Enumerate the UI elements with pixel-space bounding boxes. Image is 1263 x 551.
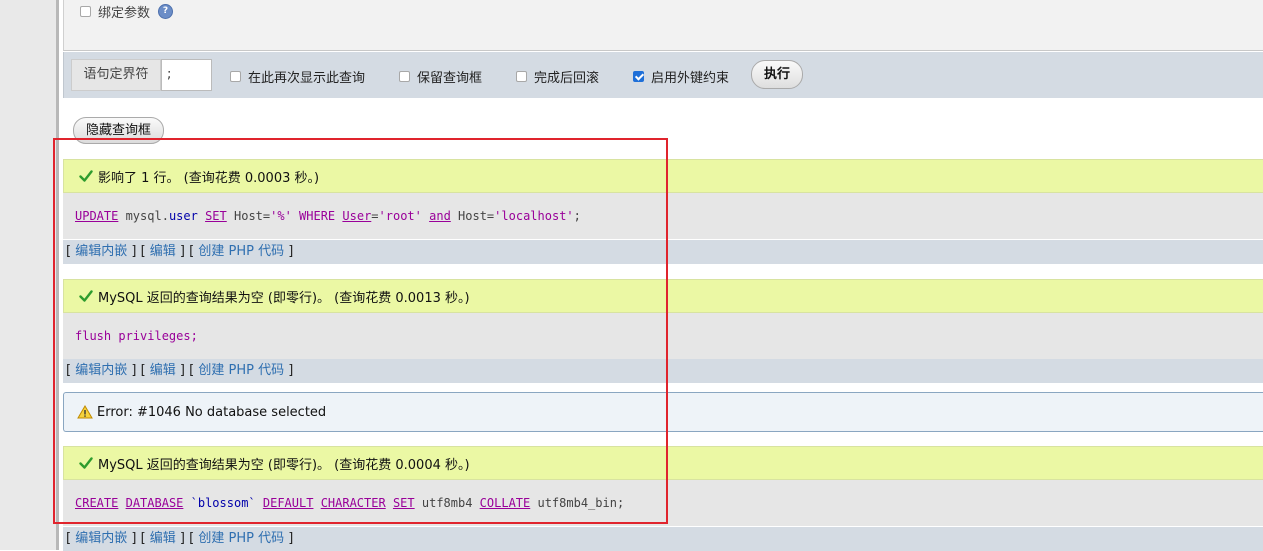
query-execute-bar: 语句定界符 ; 在此再次显示此查询 保留查询框 完成后回滚 启用外键约束 执行 bbox=[63, 52, 1263, 98]
show-again-option: 在此再次显示此查询 bbox=[230, 67, 365, 86]
error-message: Error: #1046 No database selected bbox=[63, 392, 1263, 432]
query-actions-bar: [ 编辑内嵌 ] [ 编辑 ] [ 创建 PHP 代码 ] bbox=[63, 240, 1263, 264]
panel-resize-handle[interactable] bbox=[56, 0, 59, 550]
sql-text: Host= bbox=[226, 209, 271, 223]
sql-query-display: flush privileges; bbox=[63, 313, 1263, 359]
check-icon bbox=[79, 290, 93, 302]
bind-params-checkbox[interactable] bbox=[80, 6, 91, 17]
edit-link[interactable]: 编辑 bbox=[150, 363, 176, 378]
sql-keyword[interactable]: SET bbox=[393, 496, 415, 510]
edit-inline-link[interactable]: 编辑内嵌 bbox=[75, 244, 127, 259]
error-message-text: Error: #1046 No database selected bbox=[97, 404, 327, 420]
check-icon bbox=[79, 170, 93, 182]
bracket: [ bbox=[66, 363, 76, 378]
query-options-panel: 绑定参数 ? bbox=[63, 0, 1263, 51]
success-message: 影响了 1 行。 (查询花费 0.0003 秒。) bbox=[63, 159, 1263, 193]
sql-text: WHERE bbox=[291, 209, 343, 223]
success-message: MySQL 返回的查询结果为空 (即零行)。 (查询花费 0.0004 秒。) bbox=[63, 446, 1263, 480]
sql-text: utf8mb4 bbox=[414, 496, 480, 510]
execute-button[interactable]: 执行 bbox=[751, 60, 803, 89]
foreign-key-checkbox[interactable] bbox=[633, 71, 644, 82]
sql-keyword[interactable]: SET bbox=[205, 209, 227, 223]
create-php-link[interactable]: 创建 PHP 代码 bbox=[198, 531, 284, 546]
rollback-label: 完成后回滚 bbox=[534, 71, 600, 86]
sql-text: = bbox=[371, 209, 379, 223]
sql-text: ; bbox=[573, 209, 581, 223]
bracket: ] [ bbox=[127, 244, 150, 259]
foreign-key-label: 启用外键约束 bbox=[651, 71, 730, 86]
hide-query-box-button[interactable]: 隐藏查询框 bbox=[73, 117, 164, 144]
keep-box-checkbox[interactable] bbox=[399, 71, 410, 82]
edit-link[interactable]: 编辑 bbox=[150, 244, 176, 259]
sql-keyword[interactable]: CHARACTER bbox=[321, 496, 386, 510]
query-actions-bar: [ 编辑内嵌 ] [ 编辑 ] [ 创建 PHP 代码 ] bbox=[63, 359, 1263, 383]
edit-link[interactable]: 编辑 bbox=[150, 531, 176, 546]
sql-text: flush privileges; bbox=[75, 329, 198, 343]
edit-inline-link[interactable]: 编辑内嵌 bbox=[75, 363, 127, 378]
sql-text: mysql. bbox=[118, 209, 169, 223]
success-message: MySQL 返回的查询结果为空 (即零行)。 (查询花费 0.0013 秒。) bbox=[63, 279, 1263, 313]
show-again-checkbox[interactable] bbox=[230, 71, 241, 82]
bracket: ] bbox=[284, 363, 294, 378]
left-navigation-gutter bbox=[0, 0, 56, 550]
bracket: ] bbox=[284, 244, 294, 259]
bracket: ] [ bbox=[175, 531, 199, 546]
sql-keyword[interactable]: and bbox=[429, 209, 451, 223]
success-message-text: MySQL 返回的查询结果为空 (即零行)。 (查询花费 0.0013 秒。) bbox=[98, 290, 470, 306]
sql-keyword[interactable]: COLLATE bbox=[480, 496, 531, 510]
help-icon[interactable]: ? bbox=[158, 4, 174, 19]
success-message-text: 影响了 1 行。 (查询花费 0.0003 秒。) bbox=[98, 170, 320, 186]
bind-params-option: 绑定参数 ? bbox=[80, 2, 174, 21]
bracket: [ bbox=[66, 531, 76, 546]
warning-icon bbox=[77, 405, 93, 419]
bracket: [ bbox=[66, 244, 76, 259]
sql-keyword[interactable]: DATABASE bbox=[126, 496, 184, 510]
query-actions-bar: [ 编辑内嵌 ] [ 编辑 ] [ 创建 PHP 代码 ] bbox=[63, 527, 1263, 551]
delimiter-label: 语句定界符 bbox=[71, 59, 161, 91]
create-php-link[interactable]: 创建 PHP 代码 bbox=[198, 244, 284, 259]
bracket: ] bbox=[284, 531, 294, 546]
sql-identifier: `blossom` bbox=[183, 496, 263, 510]
keep-box-option: 保留查询框 bbox=[399, 67, 482, 86]
foreign-key-option: 启用外键约束 bbox=[633, 67, 729, 86]
sql-string: '%' bbox=[270, 209, 292, 223]
bracket: ] [ bbox=[175, 244, 199, 259]
sql-string: 'root' bbox=[378, 209, 422, 223]
rollback-checkbox[interactable] bbox=[516, 71, 527, 82]
sql-text: Host= bbox=[450, 209, 495, 223]
bracket: ] [ bbox=[127, 363, 150, 378]
bracket: ] [ bbox=[175, 363, 199, 378]
edit-inline-link[interactable]: 编辑内嵌 bbox=[75, 531, 127, 546]
sql-query-display: CREATE DATABASE `blossom` DEFAULT CHARAC… bbox=[63, 480, 1263, 526]
create-php-link[interactable]: 创建 PHP 代码 bbox=[198, 363, 284, 378]
sql-keyword[interactable]: DEFAULT bbox=[263, 496, 314, 510]
sql-keyword[interactable]: CREATE bbox=[75, 496, 118, 510]
show-again-label: 在此再次显示此查询 bbox=[248, 71, 366, 86]
sql-table-name: user bbox=[168, 209, 198, 223]
rollback-option: 完成后回滚 bbox=[516, 67, 599, 86]
sql-string: 'localhost' bbox=[494, 209, 574, 223]
sql-keyword[interactable]: UPDATE bbox=[75, 209, 118, 223]
keep-box-label: 保留查询框 bbox=[417, 71, 483, 86]
bind-params-label: 绑定参数 bbox=[98, 6, 151, 21]
sql-keyword[interactable]: User bbox=[342, 209, 371, 223]
sql-text: utf8mb4_bin; bbox=[530, 496, 625, 510]
bracket: ] [ bbox=[127, 531, 150, 546]
sql-query-display: UPDATE mysql.user SET Host='%' WHERE Use… bbox=[63, 193, 1263, 239]
success-message-text: MySQL 返回的查询结果为空 (即零行)。 (查询花费 0.0004 秒。) bbox=[98, 457, 470, 473]
delimiter-input[interactable]: ; bbox=[161, 59, 212, 91]
check-icon bbox=[79, 457, 93, 469]
